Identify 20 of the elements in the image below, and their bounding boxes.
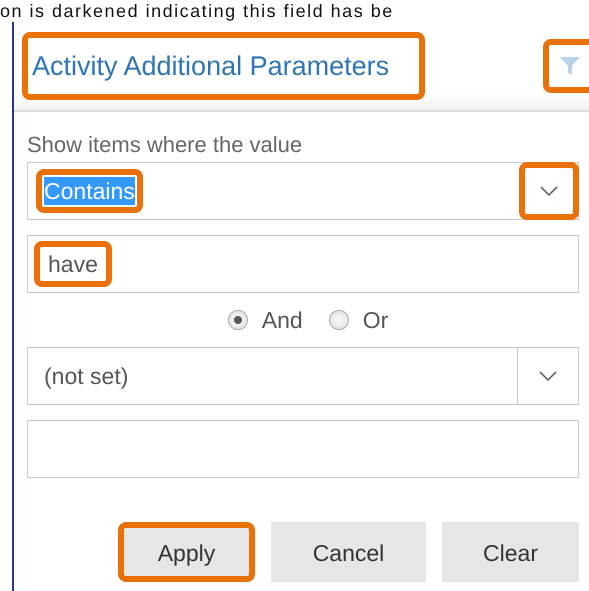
filter-prompt: Show items where the value [27,132,304,158]
radio-label: Or [362,306,388,334]
radio-button[interactable] [328,310,349,330]
input-field[interactable] [27,420,579,478]
column-title: Activity Additional Parameters [22,32,426,100]
dialog-button[interactable]: Apply [118,522,255,582]
dropdown-button[interactable] [519,162,579,220]
chevron-icon [539,371,557,381]
chevron-icon [540,186,558,196]
radio-button[interactable] [228,310,248,330]
dropdown-value: Contains [36,169,143,213]
filter-icon[interactable] [543,39,589,93]
caption-text: on is darkened indicating this field has be [0,1,394,21]
field-value: have [34,241,112,287]
dropdown-value: (not set) [43,362,130,391]
dialog-button[interactable]: Cancel [271,522,426,582]
radio-label: And [262,306,303,334]
dialog-button[interactable]: Clear [442,522,579,582]
operator-dropdown[interactable]: (not set) [27,347,579,405]
input-field[interactable]: have [27,235,579,293]
